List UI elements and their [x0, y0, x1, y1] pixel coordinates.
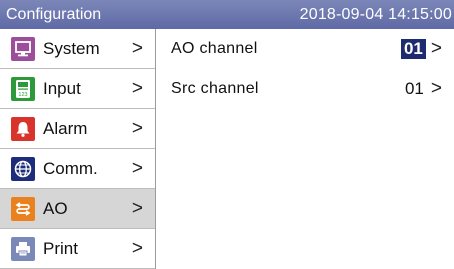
- ao-channel-label: AO channel: [171, 40, 258, 57]
- src-channel-row[interactable]: Src channel 01 >: [156, 69, 454, 109]
- sidebar-item-comm[interactable]: Comm. >: [0, 149, 155, 189]
- chevron-right-icon: >: [131, 117, 143, 139]
- src-channel-value[interactable]: 01: [403, 79, 426, 99]
- sidebar-item-label: Input: [43, 78, 81, 98]
- settings-panel: AO channel 01 > Src channel 01 >: [156, 29, 454, 269]
- sidebar: System > 123 Input > Alarm > Comm. > AO …: [0, 29, 156, 269]
- sidebar-item-system[interactable]: System >: [0, 29, 155, 69]
- input-meter-text: 123: [18, 92, 27, 98]
- chevron-right-icon: >: [131, 157, 143, 179]
- chevron-right-icon: >: [131, 37, 143, 59]
- ao-channel-row[interactable]: AO channel 01 >: [156, 29, 454, 69]
- sidebar-item-alarm[interactable]: Alarm >: [0, 109, 155, 149]
- sidebar-item-label: Print: [43, 238, 78, 258]
- ao-arrows-icon: [11, 196, 35, 221]
- ao-channel-value[interactable]: 01: [400, 39, 426, 59]
- sidebar-item-print[interactable]: Print >: [0, 229, 155, 269]
- printer-icon: [11, 236, 35, 261]
- sidebar-item-label: Alarm: [43, 118, 88, 138]
- sidebar-item-label: System: [43, 38, 100, 58]
- page-title: Configuration: [6, 5, 102, 23]
- monitor-icon: [11, 36, 35, 61]
- chevron-right-icon: >: [430, 78, 442, 99]
- sidebar-item-ao[interactable]: AO >: [0, 189, 155, 229]
- sidebar-item-label: AO: [43, 198, 68, 218]
- chevron-right-icon: >: [131, 237, 143, 259]
- input-meter-icon: 123: [11, 76, 35, 101]
- globe-icon: [11, 156, 35, 181]
- src-channel-label: Src channel: [171, 80, 259, 97]
- chevron-right-icon: >: [430, 38, 442, 59]
- sidebar-item-input[interactable]: 123 Input >: [0, 69, 155, 109]
- chevron-right-icon: >: [131, 197, 143, 219]
- sidebar-item-label: Comm.: [43, 158, 98, 178]
- datetime-display: 2018-09-04 14:15:00: [299, 5, 452, 23]
- title-bar: Configuration 2018-09-04 14:15:00: [0, 0, 454, 29]
- bell-icon: [11, 116, 35, 141]
- chevron-right-icon: >: [131, 77, 143, 99]
